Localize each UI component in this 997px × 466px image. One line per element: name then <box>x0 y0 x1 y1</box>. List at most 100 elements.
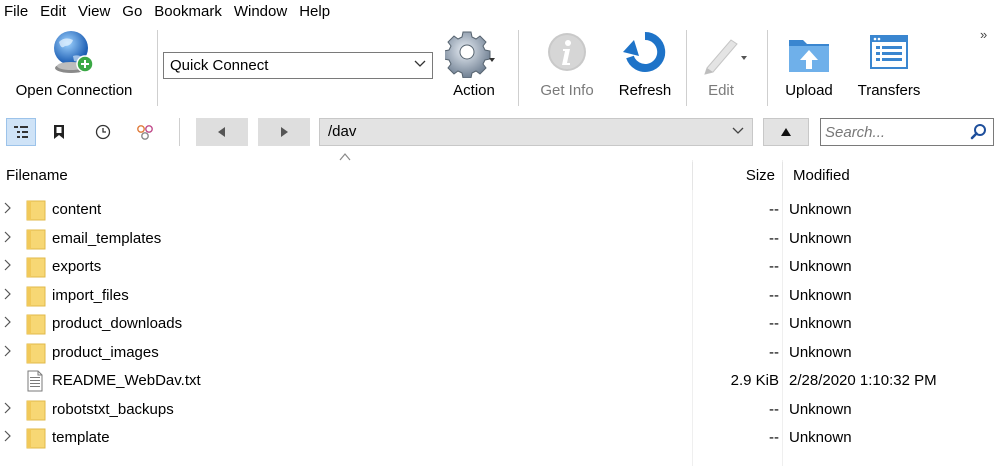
folder-icon <box>26 342 46 368</box>
file-name: email_templates <box>52 229 162 247</box>
bookmark-icon <box>54 125 64 139</box>
file-size: -- <box>769 286 779 304</box>
toolbar-separator <box>686 30 687 106</box>
get-info-label: Get Info <box>540 82 594 99</box>
triangle-left-icon <box>218 127 225 137</box>
transfers-button[interactable]: Transfers <box>850 24 928 110</box>
chevron-down-icon <box>732 124 744 139</box>
file-size: -- <box>769 315 779 332</box>
table-row[interactable]: template -- Unknown <box>0 424 997 453</box>
quick-connect-select[interactable]: Quick Connect <box>163 52 433 79</box>
file-modified: Unknown <box>789 258 852 275</box>
table-row[interactable]: exports -- Unknown <box>0 253 997 282</box>
get-info-button[interactable]: Get Info <box>530 24 604 110</box>
file-name: product_images <box>52 343 159 361</box>
table-row[interactable]: email_templates -- Unknown <box>0 225 997 254</box>
outline-view-icon <box>14 126 28 138</box>
file-name: product_downloads <box>52 315 183 332</box>
file-modified: Unknown <box>789 343 852 361</box>
chevron-down-icon <box>414 57 426 72</box>
menu-go[interactable]: Go <box>116 0 148 24</box>
file-size: -- <box>769 400 779 418</box>
action-label: Action <box>453 82 495 99</box>
chevron-right-icon[interactable] <box>3 230 13 248</box>
file-name: robotstxt_backups <box>52 400 174 418</box>
file-size: 2.9 KiB <box>730 372 779 389</box>
nav-separator <box>179 118 180 146</box>
chevron-right-icon[interactable] <box>3 258 13 276</box>
triangle-right-icon <box>281 127 288 137</box>
file-size: -- <box>769 229 779 247</box>
chevron-right-icon[interactable] <box>3 315 13 333</box>
search-icon[interactable] <box>970 123 988 145</box>
folder-icon <box>26 285 46 311</box>
chevron-right-icon[interactable] <box>3 429 13 447</box>
toolbar-separator <box>767 30 768 106</box>
back-button[interactable] <box>196 118 248 146</box>
bonjour-icon <box>137 125 153 140</box>
table-row[interactable]: README_WebDav.txt 2.9 KiB 2/28/2020 1:10… <box>0 367 997 396</box>
action-button[interactable]: Action <box>441 24 507 110</box>
menu-file[interactable]: File <box>0 0 34 24</box>
chevron-right-icon[interactable] <box>3 344 13 362</box>
chevron-right-icon[interactable] <box>3 287 13 305</box>
menu-bookmark[interactable]: Bookmark <box>148 0 228 24</box>
column-header-size[interactable]: Size <box>746 167 775 184</box>
browser-view-button[interactable] <box>6 118 36 146</box>
table-row[interactable]: import_files -- Unknown <box>0 282 997 311</box>
path-select[interactable]: /dav <box>319 118 753 146</box>
gear-icon <box>444 31 495 78</box>
table-row[interactable]: product_downloads -- Unknown <box>0 310 997 339</box>
menu-help[interactable]: Help <box>293 0 336 24</box>
refresh-button[interactable]: Refresh <box>610 24 680 110</box>
transfers-window-icon <box>870 35 908 69</box>
toolbar-overflow-button[interactable]: » <box>980 27 987 42</box>
file-name: template <box>52 429 110 446</box>
chevron-right-icon[interactable] <box>3 401 13 419</box>
folder-icon <box>26 228 46 254</box>
file-name: exports <box>52 258 102 275</box>
table-header: Filename Size Modified <box>0 153 997 190</box>
file-size: -- <box>769 201 779 218</box>
file-modified: Unknown <box>789 286 852 304</box>
folder-icon <box>26 427 46 453</box>
file-size: -- <box>769 429 779 446</box>
table-row[interactable]: robotstxt_backups -- Unknown <box>0 396 997 425</box>
sort-ascending-icon <box>339 152 351 164</box>
menu-edit[interactable]: Edit <box>34 0 72 24</box>
triangle-up-icon <box>781 128 791 136</box>
upload-button[interactable]: Upload <box>776 24 842 110</box>
edit-button[interactable]: Edit <box>690 24 752 110</box>
folder-icon <box>26 399 46 425</box>
search-field[interactable] <box>820 118 994 146</box>
column-separator[interactable] <box>782 162 783 190</box>
pencil-icon <box>704 39 748 75</box>
file-modified: 2/28/2020 1:10:32 PM <box>789 372 937 389</box>
menu-bar: File Edit View Go Bookmark Window Help <box>0 0 997 24</box>
search-input[interactable] <box>825 122 965 142</box>
path-value: /dav <box>328 123 357 140</box>
history-view-button[interactable] <box>88 118 118 146</box>
quick-connect-value: Quick Connect <box>170 57 269 74</box>
table-row[interactable]: content -- Unknown <box>0 196 997 225</box>
column-header-filename[interactable]: Filename <box>6 167 68 184</box>
globe-add-icon <box>54 31 94 73</box>
menu-view[interactable]: View <box>72 0 116 24</box>
forward-button[interactable] <box>258 118 310 146</box>
toolbar-separator <box>157 30 158 106</box>
text-file-icon <box>26 370 44 396</box>
menu-window[interactable]: Window <box>228 0 293 24</box>
open-connection-button[interactable]: Open Connection <box>0 24 148 110</box>
open-connection-label: Open Connection <box>15 82 133 99</box>
table-row[interactable]: product_images -- Unknown <box>0 339 997 368</box>
column-header-modified[interactable]: Modified <box>793 167 850 184</box>
parent-directory-button[interactable] <box>763 118 809 146</box>
chevron-right-icon[interactable] <box>3 201 13 219</box>
toolbar: Open Connection Quick Connect Action Get… <box>0 24 997 110</box>
file-modified: Unknown <box>789 429 852 446</box>
file-table: Filename Size Modified content -- Unknow… <box>0 153 997 466</box>
bookmarks-view-button[interactable] <box>44 118 74 146</box>
table-body: content -- Unknown email_templates -- Un… <box>0 196 997 453</box>
column-separator[interactable] <box>692 162 693 190</box>
bonjour-view-button[interactable] <box>130 118 160 146</box>
